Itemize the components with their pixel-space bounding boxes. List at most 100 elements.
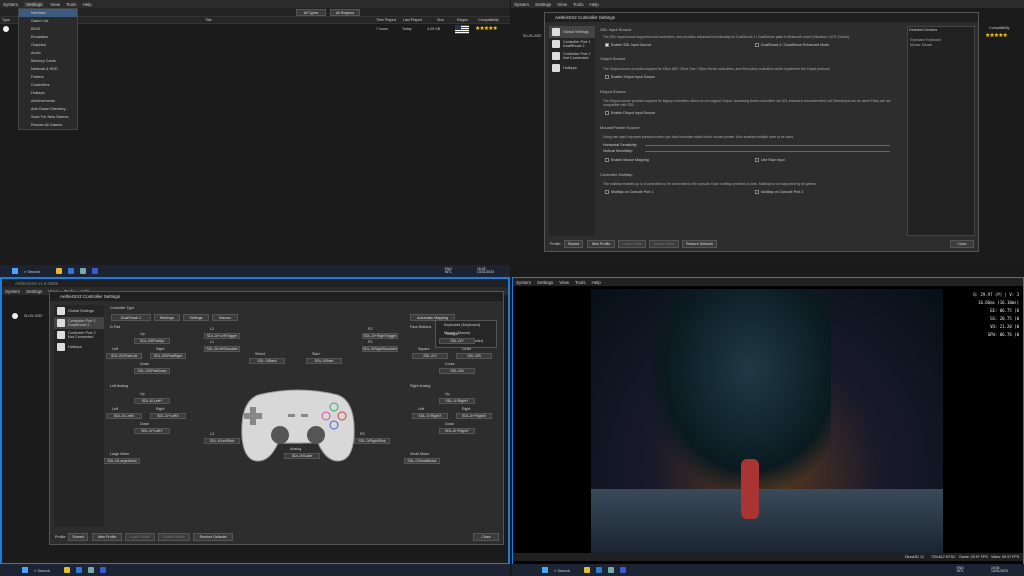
menu-settings[interactable]: Settings xyxy=(26,289,42,294)
browser-icon[interactable] xyxy=(76,567,83,573)
col-size[interactable]: Size xyxy=(437,18,444,22)
settings-menu-item[interactable]: Scan For New Games xyxy=(19,113,77,121)
app-icon[interactable] xyxy=(608,567,615,573)
restore-defaults-button[interactable]: Restore Defaults xyxy=(682,240,717,248)
search-icon[interactable]: ⌕ Search xyxy=(34,568,50,573)
lang-indicator[interactable]: ENG INTL xyxy=(957,566,964,574)
menu-settings[interactable]: Settings xyxy=(535,2,551,7)
profile-select[interactable]: Shared xyxy=(68,533,88,541)
explorer-icon[interactable] xyxy=(584,567,591,573)
bind-button-rright[interactable]: SDL-0/+RightX xyxy=(456,413,492,419)
hsens-slider[interactable] xyxy=(645,145,890,146)
menu-system[interactable]: System xyxy=(514,2,529,7)
menu-tools[interactable]: Tools xyxy=(66,2,77,7)
explorer-icon[interactable] xyxy=(56,268,63,274)
search-icon[interactable]: ⌕ Search xyxy=(24,269,40,274)
new-profile-button[interactable]: New Profile xyxy=(92,533,122,541)
menu-system[interactable]: System xyxy=(3,2,18,7)
bind-button-left[interactable]: SDL-0/DPadLeft xyxy=(106,353,142,359)
explorer-icon[interactable] xyxy=(64,567,71,573)
delete-profile-button[interactable]: Delete Profile xyxy=(649,240,679,248)
bind-button-r1[interactable]: SDL-0/RightShoulder xyxy=(362,346,398,352)
app-icon[interactable] xyxy=(80,268,87,274)
bind-button-cross[interactable]: SDL-0/A xyxy=(439,368,475,374)
bind-button-triangle[interactable]: SDL-0/Y xyxy=(439,338,475,344)
menu-help[interactable]: Help xyxy=(591,280,600,285)
bind-button-start[interactable]: SDL-0/Start xyxy=(306,358,342,364)
dinput-checkbox[interactable]: Enable DInput Input Source xyxy=(605,111,655,116)
close-button[interactable]: Close xyxy=(950,240,974,248)
mt2-checkbox[interactable]: Multitap on Console Port 2 xyxy=(755,190,803,195)
types-filter[interactable]: All Types xyxy=(296,9,326,16)
windows-start-icon[interactable] xyxy=(542,567,548,573)
menu-help[interactable]: Help xyxy=(589,2,598,7)
close-button[interactable]: Close xyxy=(473,533,499,541)
tab-macros[interactable]: Macros xyxy=(212,314,238,321)
col-region[interactable]: Region xyxy=(457,18,468,22)
profile-select[interactable]: Shared xyxy=(564,240,583,248)
settings-menu-item[interactable]: Interface xyxy=(19,9,77,17)
delete-profile-button[interactable]: Delete Profile xyxy=(158,533,190,541)
clock[interactable]: 18:25 14/01/2023 xyxy=(477,267,494,275)
menu-view[interactable]: View xyxy=(50,2,60,7)
sidebar-item-port2[interactable]: Controller Port 2 Not Connected xyxy=(549,50,595,62)
device-keyboard[interactable]: Keyboard: Keyboard xyxy=(910,38,941,42)
settings-menu-item[interactable]: Achievements xyxy=(19,97,77,105)
col-type[interactable]: Type xyxy=(2,18,10,22)
raw-input-checkbox[interactable]: Use Raw Input xyxy=(755,158,785,163)
menu-view[interactable]: View xyxy=(557,2,567,7)
bind-button-down[interactable]: SDL-0/DPadDown xyxy=(134,368,170,374)
aethersx2-icon[interactable] xyxy=(620,567,627,573)
settings-menu-item[interactable]: Network & HDD xyxy=(19,65,77,73)
app-icon[interactable] xyxy=(88,567,95,573)
bind-button-lup[interactable]: SDL-0/-LeftY xyxy=(134,398,170,404)
sidebar-item-port1[interactable]: Controller Port 1 DualShock 2 xyxy=(549,38,595,50)
load-profile-button[interactable]: Load Profile xyxy=(618,240,646,248)
settings-menu-item[interactable]: Rescan All Games xyxy=(19,121,77,129)
new-profile-button[interactable]: New Profile xyxy=(587,240,615,248)
bind-button-lright[interactable]: SDL-0/+LeftX xyxy=(150,413,186,419)
bind-button-right[interactable]: SDL-0/DPadRight xyxy=(150,353,186,359)
menu-system[interactable]: System xyxy=(516,280,531,285)
windows-start-icon[interactable] xyxy=(22,567,28,573)
bind-button-select[interactable]: SDL-0/Back xyxy=(249,358,285,364)
bind-button-up[interactable]: SDL-0/DPadUp xyxy=(134,338,170,344)
bind-button-lmotor[interactable]: SDL-0/LargeMotor xyxy=(104,458,140,464)
vsens-slider[interactable] xyxy=(645,151,890,152)
settings-menu-item[interactable]: Hotkeys xyxy=(19,89,77,97)
menu-settings[interactable]: Settings xyxy=(24,1,45,7)
aethersx2-icon[interactable] xyxy=(92,268,99,274)
sidebar-item-hotkeys[interactable]: Hotkeys xyxy=(549,62,595,74)
col-time-played[interactable]: Time Played xyxy=(376,18,396,22)
clock[interactable]: 18:54 14/01/2023 xyxy=(991,566,1008,574)
settings-menu-item[interactable]: Emulation xyxy=(19,33,77,41)
browser-icon[interactable] xyxy=(596,567,603,573)
settings-menu-item[interactable]: Controllers xyxy=(19,81,77,89)
sidebar-item-hotkeys[interactable]: Hotkeys xyxy=(54,341,104,353)
load-profile-button[interactable]: Load Profile xyxy=(125,533,155,541)
restore-defaults-button[interactable]: Restore Defaults xyxy=(193,533,233,541)
bind-button-l1[interactable]: SDL-0/LeftShoulder xyxy=(204,346,240,352)
bind-button-ldown[interactable]: SDL-0/+LeftY xyxy=(134,428,170,434)
col-compat[interactable]: Compatibility xyxy=(478,18,499,22)
bind-button-r2[interactable]: SDL-0/+RightTrigger xyxy=(362,333,398,339)
menu-settings[interactable]: Settings xyxy=(537,280,553,285)
sidebar-item-global[interactable]: Global Settings xyxy=(549,26,595,38)
menu-system[interactable]: System xyxy=(5,289,20,294)
bind-button-r3[interactable]: SDL-0/RightStick xyxy=(354,438,390,444)
bind-button-rup[interactable]: SDL-0/-RightY xyxy=(439,398,475,404)
bind-button-smotor[interactable]: SDL-0/SmallMotor xyxy=(404,458,440,464)
lang-indicator[interactable]: ENG INTL xyxy=(445,267,452,275)
sidebar-item-port2[interactable]: Controller Port 2 Not Connected xyxy=(54,329,104,341)
regions-filter[interactable]: All Regions xyxy=(330,9,360,16)
menu-view[interactable]: View xyxy=(559,280,569,285)
aethersx2-icon[interactable] xyxy=(100,567,107,573)
sdl-checkbox[interactable]: Enable SDL Input Source xyxy=(605,43,651,48)
col-title[interactable]: Title xyxy=(205,18,212,22)
bind-button-rleft[interactable]: SDL-0/-RightX xyxy=(412,413,448,419)
mouse-map-checkbox[interactable]: Enable Mouse Mapping xyxy=(605,158,649,163)
controller-type-select[interactable]: DualShock 2 xyxy=(111,314,151,321)
tab-settings[interactable]: Settings xyxy=(183,314,209,321)
settings-menu-item[interactable]: Game List xyxy=(19,17,77,25)
bind-button-l3[interactable]: SDL-0/LeftStick xyxy=(204,438,240,444)
